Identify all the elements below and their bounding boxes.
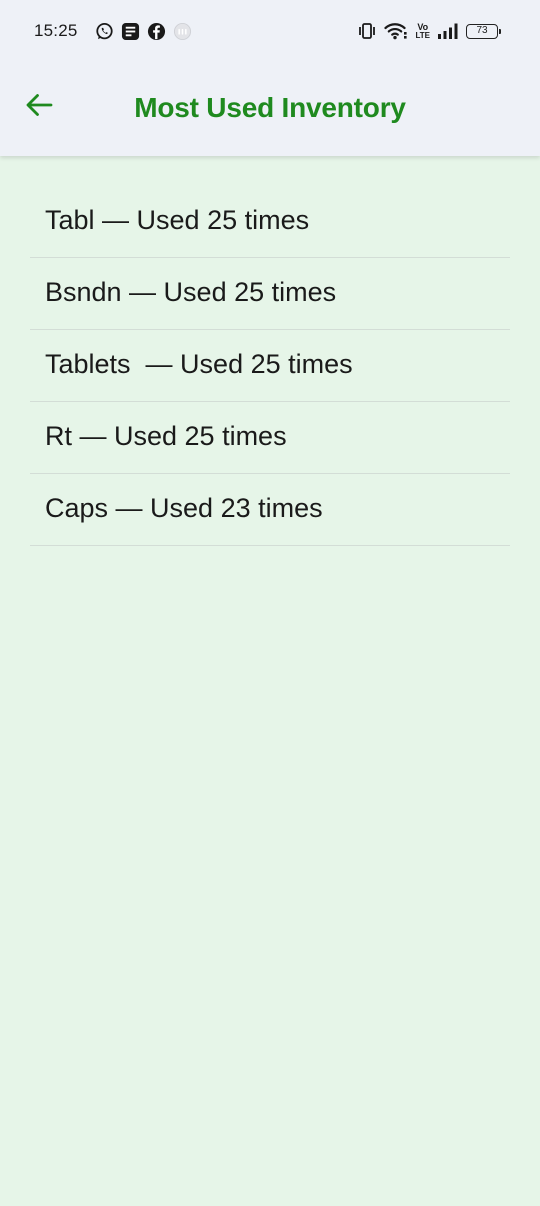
- list-item[interactable]: Tablets — Used 25 times: [30, 330, 510, 402]
- list-item[interactable]: Rt — Used 25 times: [30, 402, 510, 474]
- battery-level: 73: [476, 25, 488, 36]
- list-item[interactable]: Bsndn — Used 25 times: [30, 258, 510, 330]
- list-item[interactable]: Tabl — Used 25 times: [30, 186, 510, 258]
- app-badge-icon: [173, 22, 192, 41]
- system-icons: Vo LTE 73: [357, 21, 501, 41]
- notes-app-icon: [121, 22, 140, 41]
- list-item[interactable]: Caps — Used 23 times: [30, 474, 510, 546]
- battery-icon: 73: [466, 23, 501, 39]
- inventory-list: Tabl — Used 25 times Bsndn — Used 25 tim…: [30, 186, 510, 546]
- status-bar: 15:25 Vo LTE 73: [0, 0, 540, 62]
- notification-icons: [95, 21, 192, 41]
- facebook-icon: [147, 22, 166, 41]
- list-item-text: Tabl — Used 25 times: [45, 205, 310, 235]
- list-item-text: Tablets — Used 25 times: [45, 349, 353, 379]
- list-item-text: Rt — Used 25 times: [45, 421, 287, 451]
- list-item-text: Caps — Used 23 times: [45, 493, 323, 523]
- volte-icon: Vo LTE: [415, 21, 430, 40]
- toolbar: Most Used Inventory: [0, 62, 540, 156]
- page-title: Most Used Inventory: [134, 92, 406, 123]
- signal-icon: [437, 22, 459, 40]
- vibrate-icon: [357, 22, 377, 40]
- wifi-icon: [384, 22, 408, 40]
- list-item-text: Bsndn — Used 25 times: [45, 277, 337, 307]
- status-time: 15:25: [34, 21, 78, 40]
- whatsapp-icon: [95, 22, 114, 41]
- app-header: 15:25 Vo LTE 73 Most Used Inventory: [0, 0, 540, 156]
